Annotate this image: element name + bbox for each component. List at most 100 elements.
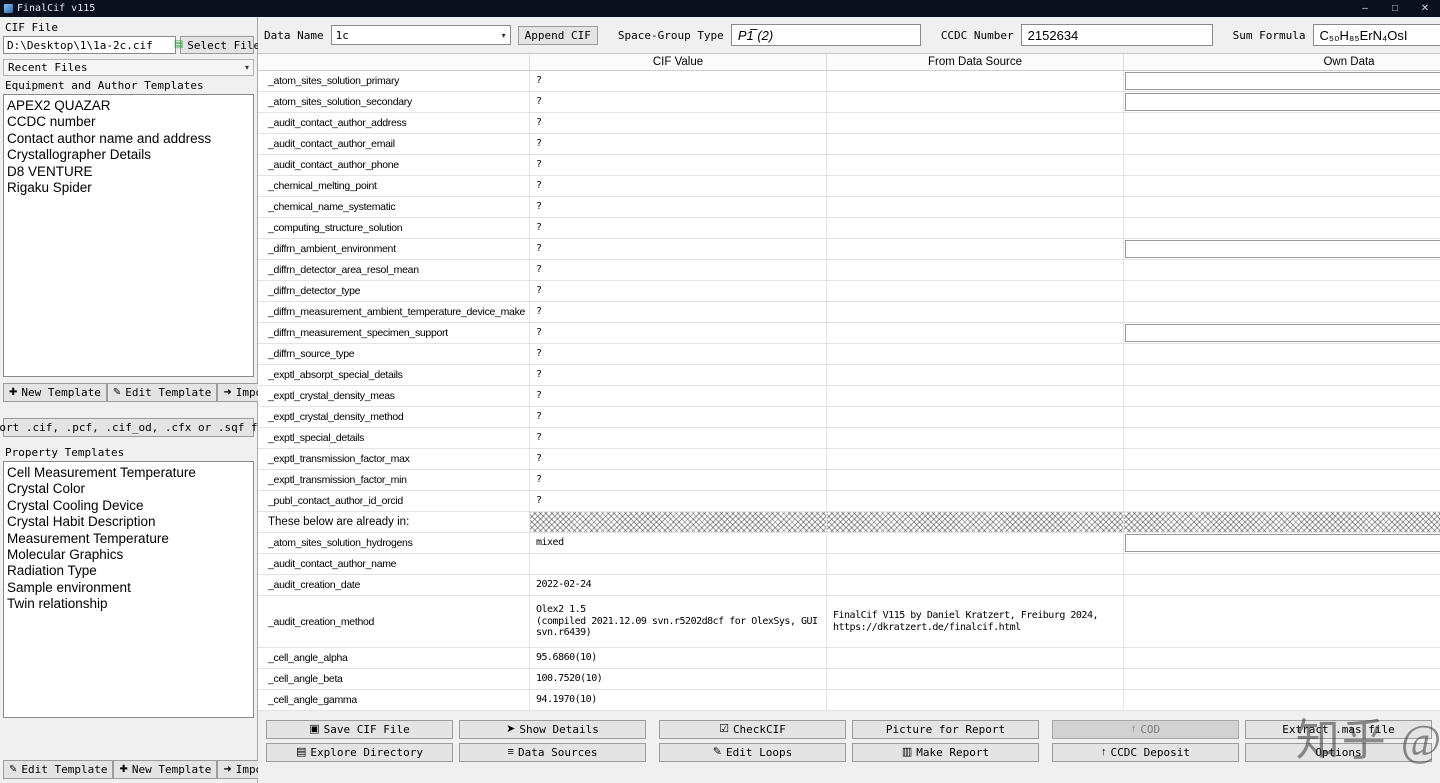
data-name-combobox[interactable]: 1c ▾ [330, 25, 511, 45]
equipment-template-item[interactable]: Contact author name and address [4, 131, 253, 147]
ccdc-number-input[interactable]: 2152634 [1020, 24, 1213, 46]
data-source-cell[interactable] [827, 134, 1124, 155]
own-data-cell[interactable] [1124, 113, 1440, 134]
extract-mas-file-button[interactable]: Extract .mas file [1245, 720, 1432, 739]
own-data-cell[interactable] [1124, 281, 1440, 302]
own-data-combobox[interactable]: ▾ [1125, 534, 1440, 552]
explore-directory-button[interactable]: ▤ Explore Directory [266, 743, 453, 762]
equipment-template-item[interactable]: CCDC number [4, 114, 253, 130]
own-data-cell[interactable] [1124, 575, 1440, 596]
cif-value-cell[interactable]: ? [530, 491, 827, 512]
edit-loops-button[interactable]: ✎ Edit Loops [659, 743, 846, 762]
data-source-cell[interactable] [827, 449, 1124, 470]
own-data-cell[interactable] [1124, 596, 1440, 648]
data-source-cell[interactable] [827, 344, 1124, 365]
property-template-item[interactable]: Crystal Habit Description [4, 514, 253, 530]
data-source-cell[interactable] [827, 92, 1124, 113]
property-template-item[interactable]: Crystal Cooling Device [4, 498, 253, 514]
own-data-cell[interactable] [1124, 554, 1440, 575]
cif-value-cell[interactable]: ? [530, 365, 827, 386]
cif-value-cell[interactable]: ? [530, 470, 827, 491]
new-template-button[interactable]: ✚ New Template [3, 383, 107, 402]
cif-value-cell[interactable]: ? [530, 344, 827, 365]
property-template-item[interactable]: Measurement Temperature [4, 531, 253, 547]
data-source-cell[interactable]: FinalCif V115 by Daniel Kratzert, Freibu… [827, 596, 1124, 648]
equipment-template-item[interactable]: D8 VENTURE [4, 164, 253, 180]
data-source-cell[interactable] [827, 176, 1124, 197]
property-template-item[interactable]: Crystal Color [4, 481, 253, 497]
equipment-template-item[interactable]: Crystallographer Details [4, 147, 253, 163]
sum-formula-input[interactable]: C₅₀H₈₅ErN₄OsI [1312, 24, 1440, 46]
cif-value-cell[interactable] [530, 554, 827, 575]
own-data-cell[interactable] [1124, 218, 1440, 239]
property-template-item[interactable]: Radiation Type [4, 563, 253, 579]
cif-value-cell[interactable]: ? [530, 197, 827, 218]
edit-property-template-button[interactable]: ✎ Edit Template [3, 760, 114, 779]
new-property-template-button[interactable]: ✚ New Template [113, 760, 218, 779]
cif-value-cell[interactable]: ? [530, 323, 827, 344]
cif-value-cell[interactable]: ? [530, 218, 827, 239]
data-source-cell[interactable] [827, 386, 1124, 407]
own-data-cell[interactable] [1124, 407, 1440, 428]
options-button[interactable]: Options [1245, 743, 1432, 762]
own-data-combobox[interactable]: ▾ [1125, 240, 1440, 258]
data-sources-button[interactable]: ≡ Data Sources [459, 743, 646, 762]
cif-value-cell[interactable]: ? [530, 428, 827, 449]
data-source-cell[interactable] [827, 669, 1124, 690]
close-button[interactable]: ✕ [1410, 0, 1440, 17]
cif-value-cell[interactable]: ? [530, 176, 827, 197]
equipment-template-item[interactable]: APEX2 QUAZAR [4, 98, 253, 114]
own-data-cell[interactable] [1124, 197, 1440, 218]
cif-value-cell[interactable]: ? [530, 239, 827, 260]
own-data-cell[interactable] [1124, 176, 1440, 197]
select-file-button[interactable]: ▤ Select File [174, 36, 260, 54]
cif-value-cell[interactable]: ? [530, 302, 827, 323]
make-report-button[interactable]: ▥ Make Report [852, 743, 1039, 762]
cif-file-path-input[interactable]: D:\Desktop\1\1a-2c.cif [3, 36, 176, 54]
own-data-cell[interactable] [1124, 344, 1440, 365]
data-source-cell[interactable] [827, 554, 1124, 575]
data-source-cell[interactable] [827, 260, 1124, 281]
data-source-cell[interactable] [827, 323, 1124, 344]
cif-value-cell[interactable]: ? [530, 449, 827, 470]
property-template-item[interactable]: Cell Measurement Temperature [4, 465, 253, 481]
property-template-item[interactable]: Molecular Graphics [4, 547, 253, 563]
checkcif-button[interactable]: ☑ CheckCIF [659, 720, 846, 739]
cif-value-cell[interactable]: ? [530, 281, 827, 302]
own-data-cell[interactable]: ▾ [1124, 533, 1440, 554]
own-data-cell[interactable] [1124, 302, 1440, 323]
own-data-cell[interactable]: ▾ [1124, 323, 1440, 344]
own-data-cell[interactable] [1124, 449, 1440, 470]
minimize-button[interactable]: – [1350, 0, 1380, 17]
cif-value-cell[interactable]: ? [530, 386, 827, 407]
data-source-cell[interactable] [827, 491, 1124, 512]
data-source-cell[interactable] [827, 239, 1124, 260]
property-template-item[interactable]: Sample environment [4, 580, 253, 596]
property-template-item[interactable]: Twin relationship [4, 596, 253, 612]
own-data-cell[interactable] [1124, 260, 1440, 281]
cod-button[interactable]: ↑ COD [1052, 720, 1239, 739]
picture-for-report-button[interactable]: Picture for Report [852, 720, 1039, 739]
own-data-cell[interactable] [1124, 428, 1440, 449]
recent-files-dropdown[interactable]: Recent Files ▾ [3, 59, 254, 76]
own-data-combobox[interactable]: ▾ [1125, 324, 1440, 342]
show-details-button[interactable]: ➤ Show Details [459, 720, 646, 739]
own-data-cell[interactable] [1124, 669, 1440, 690]
cif-value-cell[interactable]: 95.6860(10) [530, 648, 827, 669]
data-source-cell[interactable] [827, 407, 1124, 428]
data-source-cell[interactable] [827, 470, 1124, 491]
data-source-cell[interactable] [827, 281, 1124, 302]
edit-template-button[interactable]: ✎ Edit Template [106, 383, 218, 402]
data-source-cell[interactable] [827, 365, 1124, 386]
cif-value-cell[interactable]: ? [530, 113, 827, 134]
own-data-cell[interactable] [1124, 155, 1440, 176]
data-source-cell[interactable] [827, 575, 1124, 596]
cif-value-cell[interactable]: ? [530, 92, 827, 113]
data-source-cell[interactable] [827, 197, 1124, 218]
cif-value-cell[interactable]: 100.7520(10) [530, 669, 827, 690]
cif-value-cell[interactable]: ? [530, 71, 827, 92]
import-cif-pcf-button[interactable]: Import .cif, .pcf, .cif_od, .cfx or .sqf… [0, 418, 278, 437]
cif-value-cell[interactable]: 2022-02-24 [530, 575, 827, 596]
cif-value-cell[interactable]: ? [530, 407, 827, 428]
space-group-input[interactable]: P1̅ (2) [730, 24, 921, 46]
